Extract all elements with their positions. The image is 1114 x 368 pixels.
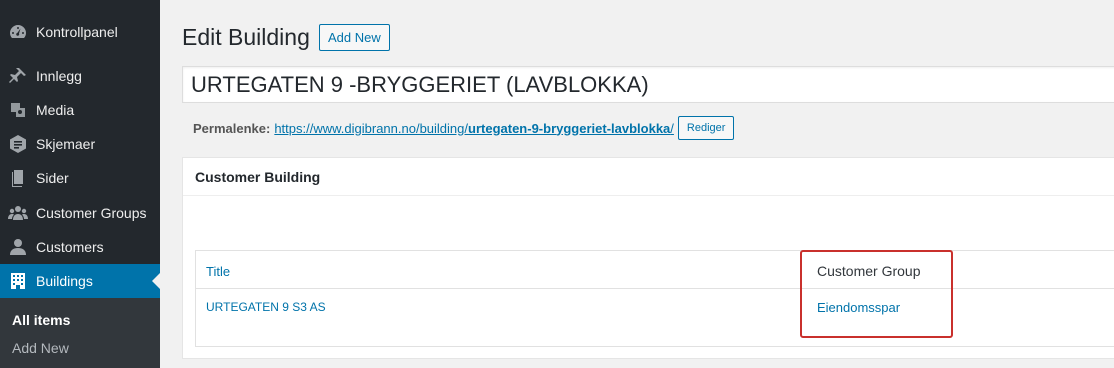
sidebar-item-label: Customers xyxy=(36,239,104,255)
sidebar-item-sider[interactable]: Sider xyxy=(0,161,160,195)
permalink-label: Permalenke: xyxy=(193,120,271,136)
sidebar-item-label: Sider xyxy=(36,170,69,186)
sidebar-item-label: Buildings xyxy=(36,273,93,289)
sidebar-item-label: Customer Groups xyxy=(36,205,147,221)
building-icon xyxy=(0,271,36,291)
submenu-all-items[interactable]: All items xyxy=(12,312,70,328)
sidebar-item-buildings[interactable]: Buildings xyxy=(0,264,160,298)
user-icon xyxy=(0,237,36,257)
submenu-add-new[interactable]: Add New xyxy=(12,340,69,356)
permalink-base: https://www.digibrann.no/building/ xyxy=(274,120,469,136)
permalink-trailing: / xyxy=(670,120,674,136)
sidebar-item-label: Media xyxy=(36,102,75,118)
forms-icon xyxy=(0,134,36,154)
sidebar-item-media[interactable]: Media xyxy=(0,93,160,127)
customer-building-metabox: Customer Building Title Customer Group U… xyxy=(182,157,1114,359)
buildings-submenu: All items Add New xyxy=(0,298,160,368)
sidebar-item-label: Innlegg xyxy=(36,68,82,84)
pages-icon xyxy=(0,168,36,188)
customer-building-table: Title Customer Group URTEGATEN 9 S3 AS E… xyxy=(195,250,1114,347)
sidebar-item-label: Skjemaer xyxy=(36,136,96,152)
table-header-row: Title Customer Group xyxy=(196,251,1114,289)
sidebar-item-innlegg[interactable]: Innlegg xyxy=(0,59,160,93)
sidebar-item-skjemaer[interactable]: Skjemaer xyxy=(0,127,160,161)
sidebar-item-customer-groups[interactable]: Customer Groups xyxy=(0,196,160,230)
sidebar-item-customers[interactable]: Customers xyxy=(0,230,160,264)
metabox-title: Customer Building xyxy=(183,158,1114,196)
column-header-title[interactable]: Title xyxy=(206,264,230,279)
add-new-button[interactable]: Add New xyxy=(319,24,390,51)
post-title-value: URTEGATEN 9 -BRYGGERIET (LAVBLOKKA) xyxy=(191,71,649,97)
permalink-link[interactable]: https://www.digibrann.no/building/urtega… xyxy=(274,121,674,136)
sidebar-item-label: Kontrollpanel xyxy=(36,24,118,40)
media-icon xyxy=(0,100,36,120)
dashboard-icon xyxy=(0,22,36,42)
groups-icon xyxy=(0,203,36,223)
row-title-link[interactable]: URTEGATEN 9 S3 AS xyxy=(206,300,326,314)
sidebar-item-kontrollpanel[interactable]: Kontrollpanel xyxy=(0,15,160,49)
post-title-input[interactable]: URTEGATEN 9 -BRYGGERIET (LAVBLOKKA) xyxy=(182,66,1114,103)
permalink-row: Permalenke: https://www.digibrann.no/bui… xyxy=(193,116,735,140)
highlight-box xyxy=(800,250,953,338)
admin-sidebar: Kontrollpanel Innlegg Media Skjemaer Sid… xyxy=(0,0,160,368)
table-row: URTEGATEN 9 S3 AS Eiendomsspar xyxy=(196,289,1114,346)
pin-icon xyxy=(0,66,36,86)
edit-permalink-button[interactable]: Rediger xyxy=(677,116,735,140)
permalink-slug: urtegaten-9-bryggeriet-lavblokka xyxy=(468,120,671,136)
page-title: Edit Building xyxy=(182,24,310,50)
